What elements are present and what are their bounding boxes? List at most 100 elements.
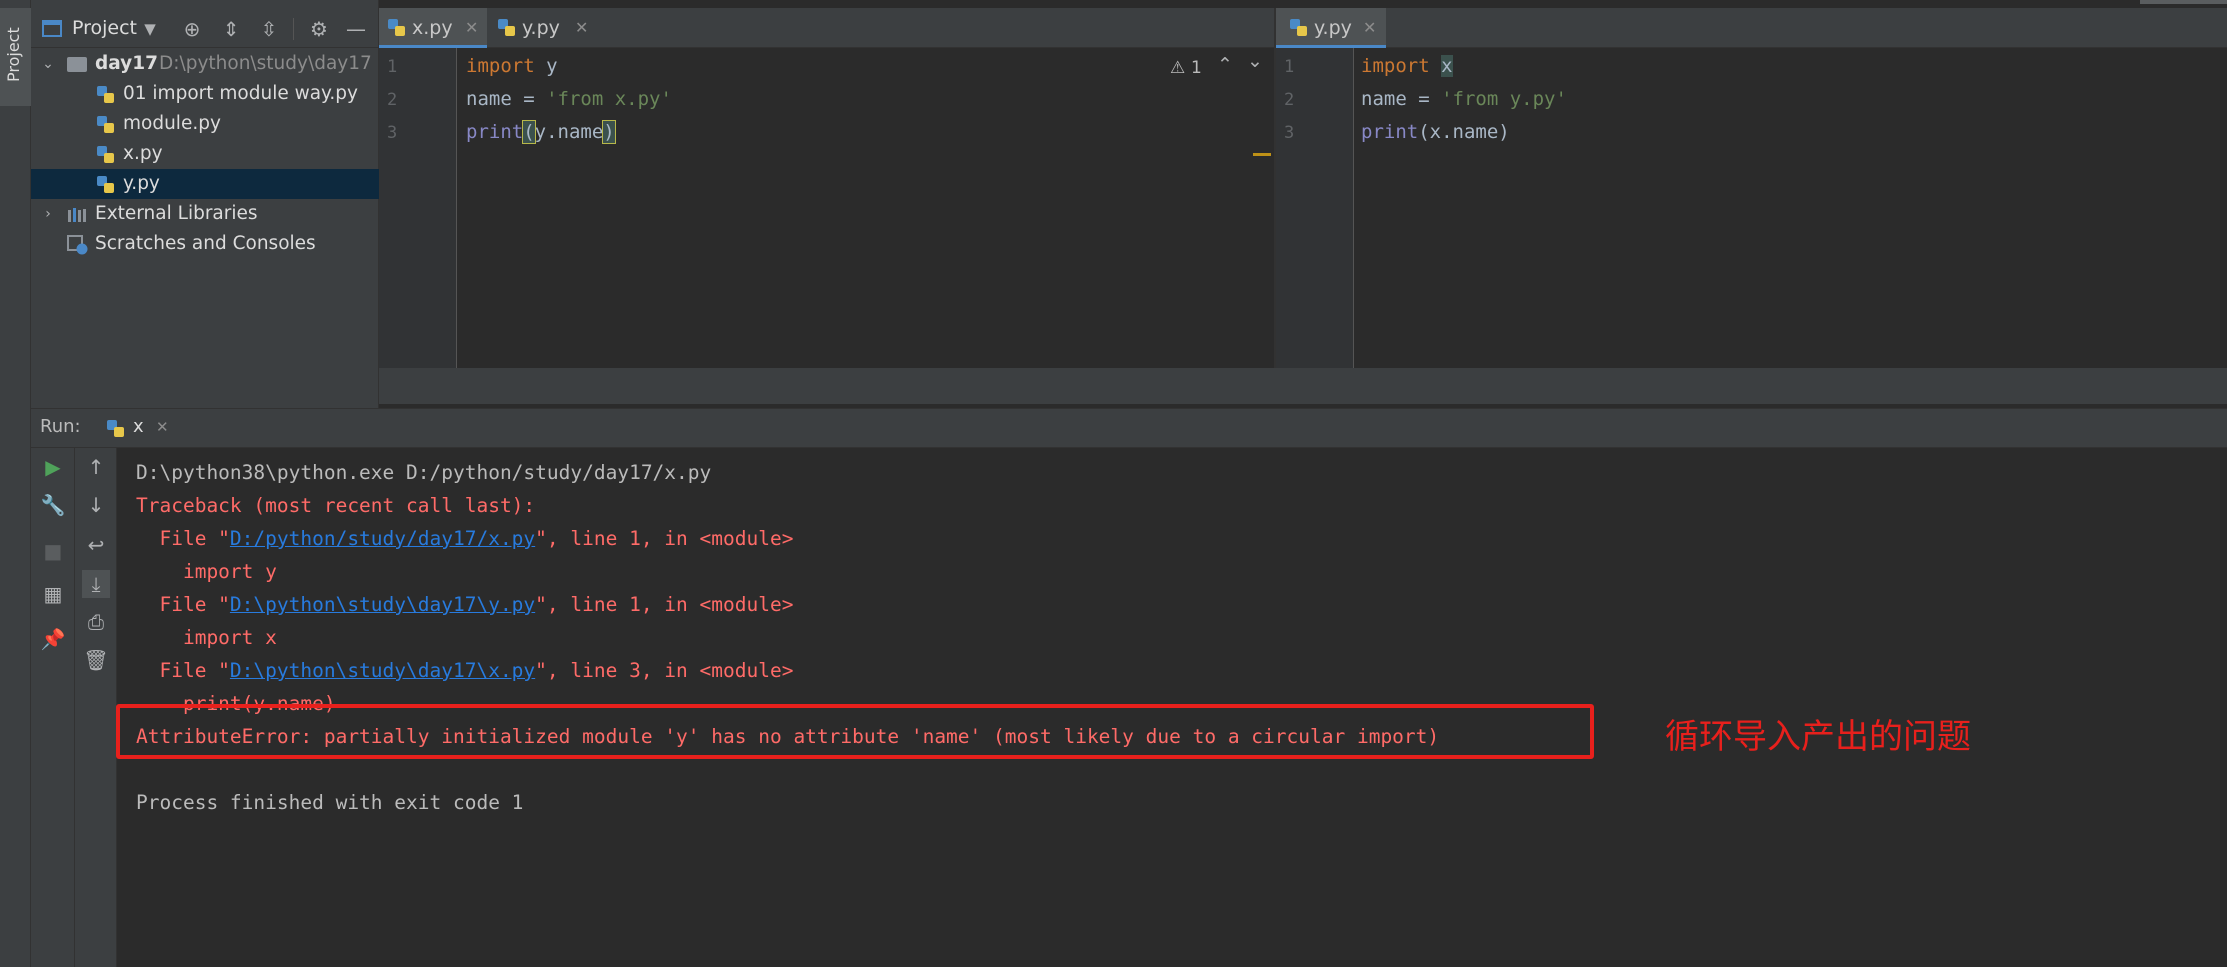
tree-label: x.py [123, 143, 163, 164]
paren-close: ) [602, 120, 616, 144]
console-traceback: Traceback (most recent call last): [136, 494, 536, 517]
chevron-down-icon[interactable]: ▼ [137, 16, 163, 42]
assignment: name = [1361, 88, 1442, 110]
run-actions-bar: ▶ 🔧 ■ ▦ 📌 [31, 448, 75, 967]
window-edge-handle [2140, 0, 2227, 4]
warning-icon[interactable]: ⚠ [1170, 58, 1185, 78]
locate-target-icon[interactable]: ⊕ [179, 16, 205, 42]
console-actions-bar: ↑ ↓ ↩ ⤓ ⎙ 🗑 [75, 448, 117, 967]
string-literal: 'from y.py' [1441, 88, 1567, 110]
line-gutter: 1 2 3 [379, 48, 457, 368]
tab-y-py[interactable]: y.py ✕ [489, 8, 597, 48]
frame-suffix: ", line 1, in <module> [535, 527, 794, 550]
tree-scratches-consoles[interactable]: Scratches and Consoles [31, 229, 379, 259]
tree-label: External Libraries [95, 203, 258, 224]
tree-external-libraries[interactable]: › External Libraries [31, 199, 379, 229]
chevron-up-icon[interactable]: ⌃ [1217, 54, 1233, 76]
frame-prefix: File " [136, 659, 230, 682]
keyword-import: import [1361, 55, 1430, 77]
project-window-icon [42, 20, 62, 37]
close-icon[interactable]: ✕ [575, 8, 588, 48]
library-icon [68, 208, 86, 222]
pin-icon[interactable]: 📌 [39, 625, 67, 653]
tree-label: y.py [123, 173, 160, 194]
python-file-icon [1290, 19, 1307, 36]
builtin-print: print [1361, 121, 1419, 143]
module-name: y [534, 55, 558, 77]
console-command: D:\python38\python.exe D:/python/study/d… [136, 461, 712, 484]
frame-prefix: File " [136, 527, 230, 550]
editor-right-tabbar: y.py ✕ [1276, 8, 2227, 48]
wrench-icon[interactable]: 🔧 [39, 491, 67, 519]
tab-label: y.py [1314, 17, 1352, 39]
chevron-down-icon[interactable]: ⌄ [1247, 50, 1263, 72]
tab-x-py[interactable]: x.py ✕ [379, 8, 487, 48]
rerun-play-icon[interactable]: ▶ [39, 453, 67, 481]
paren-open: ( [522, 120, 536, 144]
arrow-up-icon[interactable]: ↑ [82, 453, 110, 481]
tree-label: 01 import module way.py [123, 83, 358, 104]
tree-file-module[interactable]: module.py [31, 109, 379, 139]
print-icon[interactable]: ⎙ [82, 608, 110, 636]
run-label: Run: [40, 416, 81, 437]
file-link[interactable]: D:\python\study\day17\x.py [230, 659, 535, 682]
tree-path: D:\python\study\day17 [159, 53, 372, 74]
scratches-icon [67, 235, 88, 255]
error-highlight-box [116, 704, 1594, 759]
python-file-icon [388, 19, 405, 36]
tree-folder-day17[interactable]: ⌄ day17 D:\python\study\day17 [31, 49, 379, 79]
left-tool-strip: Project [0, 0, 31, 967]
stop-icon[interactable]: ■ [39, 537, 67, 565]
annotation-label: 循环导入产出的问题 [1665, 717, 1971, 757]
tree-label: module.py [123, 113, 221, 134]
tab-y-py-right[interactable]: y.py ✕ [1276, 8, 1386, 48]
python-file-icon [97, 146, 114, 163]
collapse-all-icon[interactable]: ⇳ [256, 16, 282, 42]
frame-prefix: File " [136, 593, 230, 616]
run-tab-label[interactable]: x [133, 416, 144, 437]
chevron-down-icon[interactable]: ⌄ [40, 49, 56, 79]
python-file-icon [107, 420, 124, 437]
python-file-icon [97, 116, 114, 133]
chevron-right-icon[interactable]: › [40, 199, 56, 229]
project-panel-title[interactable]: Project [72, 17, 137, 39]
gear-icon[interactable]: ⚙ [306, 16, 332, 42]
console-exit-message: Process finished with exit code 1 [136, 791, 524, 814]
soft-wrap-icon[interactable]: ↩ [82, 531, 110, 559]
editor-left[interactable]: 1 2 3 import y name = 'from x.py' print(… [379, 48, 1274, 368]
close-icon[interactable]: ✕ [465, 8, 478, 48]
project-tool-tab-label: Project [4, 27, 23, 82]
editor-bottom-area [379, 368, 2227, 404]
line-gutter: 1 2 3 [1276, 48, 1354, 368]
trash-icon[interactable]: 🗑 [82, 646, 110, 674]
close-icon[interactable]: ✕ [1363, 8, 1376, 48]
frame-suffix: ", line 3, in <module> [535, 659, 794, 682]
layout-icon[interactable]: ▦ [39, 580, 67, 608]
scroll-marker[interactable] [1253, 153, 1271, 156]
tree-file-y[interactable]: y.py [31, 169, 379, 199]
arrow-down-icon[interactable]: ↓ [82, 491, 110, 519]
tree-file-import-module-way[interactable]: 01 import module way.py [31, 79, 379, 109]
minimize-icon[interactable]: — [343, 16, 369, 42]
line-number: 1 [387, 57, 398, 77]
console-frame-2-code: import x [136, 626, 277, 649]
paren-close: ) [1498, 121, 1510, 143]
editor-left-tabbar: x.py ✕ y.py ✕ [379, 8, 1274, 48]
tab-label: x.py [412, 17, 453, 39]
tree-file-x[interactable]: x.py [31, 139, 379, 169]
warning-count: 1 [1191, 58, 1202, 78]
editor-right[interactable]: 1 2 3 import x name = 'from y.py' print(… [1276, 48, 2227, 368]
file-link[interactable]: D:/python/study/day17/x.py [230, 527, 535, 550]
keyword-import: import [466, 55, 535, 77]
file-link[interactable]: D:\python\study\day17\y.py [230, 593, 535, 616]
close-icon[interactable]: ✕ [156, 418, 169, 436]
project-toolbar: Project ▼ ⊕ ⇕ ⇳ ⚙ — [31, 8, 379, 48]
line-number: 3 [1284, 123, 1295, 143]
builtin-print: print [466, 121, 524, 143]
paren-open: ( [1418, 121, 1430, 143]
code-line-3: print(x.name) [1361, 121, 1510, 143]
scroll-to-end-icon[interactable]: ⤓ [82, 570, 110, 598]
expand-all-icon[interactable]: ⇕ [218, 16, 244, 42]
code-line-1: import y [466, 55, 558, 77]
project-tool-tab[interactable]: Project [0, 8, 31, 106]
